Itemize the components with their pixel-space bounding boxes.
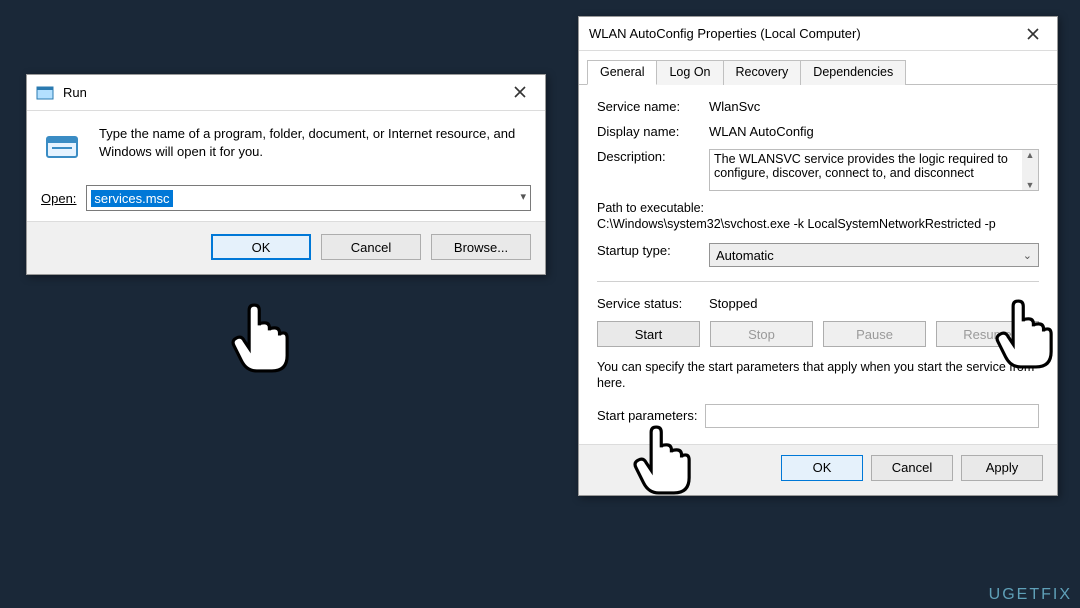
cursor-icon (226, 300, 290, 376)
ok-button[interactable]: OK (211, 234, 311, 260)
startup-type-select[interactable]: Automatic ⌄ (709, 243, 1039, 267)
start-params-label: Start parameters: (597, 408, 697, 423)
start-params-input[interactable] (705, 404, 1039, 428)
description-label: Description: (597, 149, 709, 164)
properties-body: Service name: WlanSvc Display name: WLAN… (579, 85, 1057, 444)
tab-dependencies[interactable]: Dependencies (800, 60, 906, 85)
service-name-label: Service name: (597, 99, 709, 114)
run-body: Type the name of a program, folder, docu… (27, 111, 545, 221)
run-big-icon (41, 125, 85, 169)
run-message: Type the name of a program, folder, docu… (99, 125, 531, 160)
service-status-value: Stopped (709, 296, 1039, 311)
open-combobox[interactable]: services.msc ▾ (86, 185, 531, 211)
display-name-value: WLAN AutoConfig (709, 124, 1039, 139)
start-params-hint: You can specify the start parameters tha… (597, 359, 1039, 392)
chevron-down-icon[interactable]: ▾ (520, 190, 526, 203)
startup-type-label: Startup type: (597, 243, 709, 258)
startup-type-value: Automatic (716, 248, 774, 263)
stop-button: Stop (710, 321, 813, 347)
run-dialog: Run Type the name of a program, folder, … (26, 74, 546, 275)
watermark: UGETFIX (989, 586, 1072, 604)
properties-dialog: WLAN AutoConfig Properties (Local Comput… (578, 16, 1058, 496)
properties-button-bar: OK Cancel Apply (579, 444, 1057, 495)
open-value: services.msc (91, 190, 172, 207)
divider (597, 281, 1039, 282)
tab-log-on[interactable]: Log On (656, 60, 723, 85)
display-name-label: Display name: (597, 124, 709, 139)
description-box[interactable]: The WLANSVC service provides the logic r… (709, 149, 1039, 191)
tab-general[interactable]: General (587, 60, 657, 85)
properties-title-text: WLAN AutoConfig Properties (Local Comput… (589, 26, 861, 41)
service-name-value: WlanSvc (709, 99, 1039, 114)
cancel-button[interactable]: Cancel (321, 234, 421, 260)
description-text: The WLANSVC service provides the logic r… (714, 152, 1008, 180)
service-control-buttons: Start Stop Pause Resume (597, 321, 1039, 347)
run-button-bar: OK Cancel Browse... (27, 221, 545, 274)
service-status-label: Service status: (597, 296, 709, 311)
run-icon (35, 83, 55, 103)
path-value: C:\Windows\system32\svchost.exe -k Local… (597, 217, 1039, 231)
tab-recovery[interactable]: Recovery (723, 60, 802, 85)
path-label: Path to executable: (597, 201, 1039, 215)
scrollbar[interactable]: ▲▼ (1022, 150, 1038, 190)
start-button[interactable]: Start (597, 321, 700, 347)
close-icon[interactable] (499, 77, 541, 107)
ok-button[interactable]: OK (781, 455, 863, 481)
chevron-down-icon[interactable]: ⌄ (1023, 249, 1032, 262)
open-label: Open: (41, 191, 76, 206)
resume-button: Resume (936, 321, 1039, 347)
tab-strip: General Log On Recovery Dependencies (579, 51, 1057, 85)
properties-titlebar[interactable]: WLAN AutoConfig Properties (Local Comput… (579, 17, 1057, 51)
browse-button[interactable]: Browse... (431, 234, 531, 260)
close-icon[interactable] (1015, 21, 1051, 47)
apply-button[interactable]: Apply (961, 455, 1043, 481)
run-title-text: Run (63, 85, 87, 100)
cancel-button[interactable]: Cancel (871, 455, 953, 481)
run-titlebar[interactable]: Run (27, 75, 545, 111)
pause-button: Pause (823, 321, 926, 347)
